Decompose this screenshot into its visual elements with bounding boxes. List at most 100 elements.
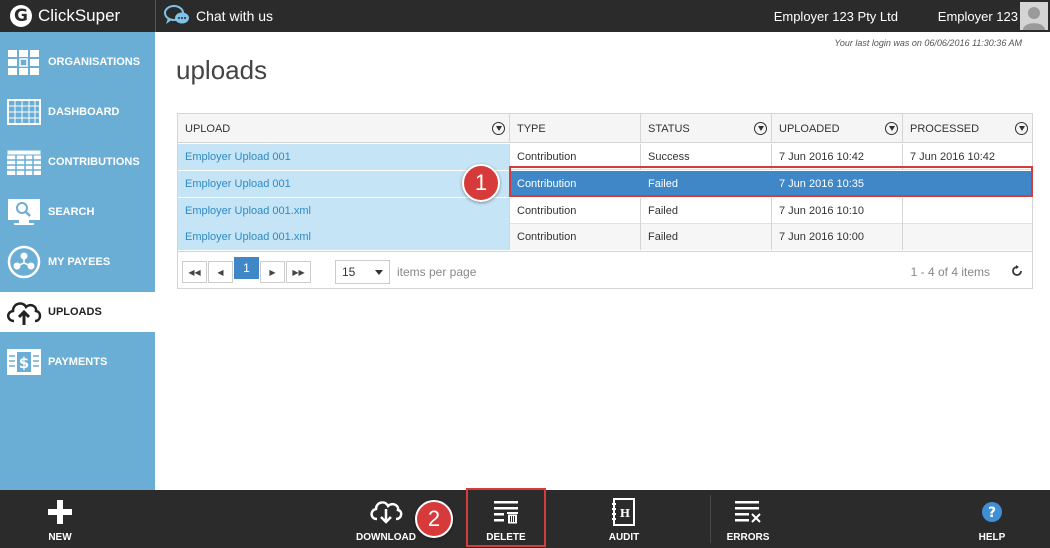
filter-icon[interactable]: [1015, 122, 1028, 135]
filter-icon[interactable]: [754, 122, 767, 135]
uploaded-cell: 7 Jun 2016 10:10: [772, 198, 903, 224]
sidebar-item-label: MY PAYEES: [48, 256, 111, 268]
top-divider: [155, 0, 156, 32]
top-bar: G ClickSuper Chat with us Employer 123 P…: [0, 0, 1050, 32]
download-button[interactable]: DOWNLOAD: [350, 490, 422, 548]
sidebar-item-contributions[interactable]: CONTRIBUTIONS: [0, 142, 155, 182]
errors-button[interactable]: ERRORS: [712, 490, 784, 548]
app-logo[interactable]: G ClickSuper: [10, 5, 120, 27]
column-header-processed[interactable]: PROCESSED: [903, 114, 1032, 143]
column-label: UPLOADED: [779, 123, 840, 135]
user-name[interactable]: Employer 123: [938, 9, 1018, 24]
cloud-download-icon: [369, 498, 403, 526]
search-monitor-icon: [5, 196, 43, 228]
sidebar-item-label: PAYMENTS: [48, 356, 108, 368]
organisations-icon: [5, 46, 43, 78]
employer-name[interactable]: Employer 123 Pty Ltd: [774, 9, 898, 24]
sidebar: ORGANISATIONS DASHBOARD CONTRIBUTIONS SE…: [0, 32, 155, 490]
sidebar-item-payments[interactable]: $ PAYMENTS: [0, 342, 155, 382]
sidebar-item-organisations[interactable]: ORGANISATIONS: [0, 42, 155, 82]
audit-button[interactable]: H AUDIT: [588, 490, 660, 548]
chat-with-us-button[interactable]: Chat with us: [164, 4, 273, 28]
column-header-type[interactable]: TYPE: [510, 114, 641, 143]
sidebar-item-my-payees[interactable]: MY PAYEES: [0, 242, 155, 282]
prev-page-button[interactable]: ◀: [208, 261, 233, 283]
user-silhouette-icon: [1020, 2, 1048, 30]
payments-icon: $: [5, 346, 43, 378]
items-per-page-label: items per page: [397, 265, 477, 279]
callout-badge-2: 2: [415, 500, 453, 538]
sidebar-item-dashboard[interactable]: DASHBOARD: [0, 92, 155, 132]
type-cell: Contribution: [510, 224, 641, 250]
contributions-icon: [5, 146, 43, 178]
upload-link[interactable]: Employer Upload 001: [178, 171, 510, 197]
svg-text:?: ?: [988, 505, 996, 521]
sidebar-item-label: SEARCH: [48, 206, 95, 218]
item-count: 1 - 4 of 4 items: [910, 265, 990, 279]
upload-link[interactable]: Employer Upload 001: [178, 144, 510, 170]
callout-badge-1: 1: [462, 164, 500, 202]
download-label: DOWNLOAD: [356, 532, 416, 543]
current-page-button[interactable]: 1: [234, 257, 259, 279]
plus-icon: [47, 498, 73, 526]
last-login-text: Your last login was on 06/06/2016 11:30:…: [834, 38, 1022, 48]
help-label: HELP: [978, 532, 1006, 543]
sidebar-item-label: CONTRIBUTIONS: [48, 156, 140, 168]
table-row[interactable]: Employer Upload 001.xml Contribution Fai…: [178, 224, 1032, 250]
column-header-uploaded[interactable]: UPLOADED: [772, 114, 903, 143]
column-label: TYPE: [517, 123, 546, 135]
audit-label: AUDIT: [608, 532, 640, 543]
page-title: uploads: [176, 55, 268, 85]
uploaded-cell: 7 Jun 2016 10:00: [772, 224, 903, 250]
svg-text:H: H: [620, 507, 630, 520]
errors-list-icon: [733, 498, 763, 526]
app-name: ClickSuper: [38, 6, 121, 25]
svg-text:$: $: [19, 354, 29, 372]
column-header-status[interactable]: STATUS: [641, 114, 772, 143]
uploads-table: UPLOAD TYPE STATUS UPLOADED PROCESSED Em…: [177, 113, 1033, 289]
processed-cell: [903, 224, 1032, 250]
help-button[interactable]: ? HELP: [962, 490, 1022, 548]
new-label: NEW: [48, 532, 72, 543]
avatar[interactable]: [1020, 2, 1048, 30]
sidebar-item-label: UPLOADS: [48, 306, 102, 318]
refresh-icon[interactable]: [1011, 265, 1023, 277]
last-page-button[interactable]: ▶▶: [286, 261, 311, 283]
toolbar-divider: [710, 495, 711, 543]
table-header: UPLOAD TYPE STATUS UPLOADED PROCESSED: [178, 114, 1032, 143]
help-icon: ?: [981, 498, 1003, 526]
audit-book-icon: H: [611, 498, 637, 526]
sidebar-item-uploads[interactable]: UPLOADS: [0, 292, 155, 332]
column-label: PROCESSED: [910, 123, 980, 135]
column-label: UPLOAD: [185, 123, 231, 135]
upload-link[interactable]: Employer Upload 001.xml: [178, 224, 510, 250]
new-button[interactable]: NEW: [32, 490, 88, 548]
pager: ◀◀ ◀ 1 ▶ ▶▶ 15 items per page 1 - 4 of 4…: [178, 251, 1032, 288]
chevron-down-icon: [375, 270, 383, 275]
column-label: STATUS: [648, 123, 690, 135]
chat-bubble-icon: [164, 5, 189, 24]
table-row[interactable]: Employer Upload 001.xml Contribution Fai…: [178, 198, 1032, 224]
page-size-select[interactable]: 15: [335, 260, 390, 284]
first-page-button[interactable]: ◀◀: [182, 261, 207, 283]
column-header-upload[interactable]: UPLOAD: [178, 114, 510, 143]
next-page-button[interactable]: ▶: [260, 261, 285, 283]
filter-icon[interactable]: [885, 122, 898, 135]
status-cell: Failed: [641, 224, 772, 250]
errors-label: ERRORS: [726, 532, 770, 543]
page-size-value: 15: [342, 265, 356, 279]
chat-label: Chat with us: [196, 8, 274, 24]
type-cell: Contribution: [510, 198, 641, 224]
sidebar-item-search[interactable]: SEARCH: [0, 192, 155, 232]
dashboard-icon: [5, 96, 43, 128]
delete-button-highlight: [466, 488, 546, 547]
logo-mark-icon: G: [10, 5, 32, 27]
cloud-upload-icon: [5, 296, 43, 328]
processed-cell: [903, 198, 1032, 224]
upload-link[interactable]: Employer Upload 001.xml: [178, 198, 510, 224]
filter-icon[interactable]: [492, 122, 505, 135]
status-cell: Failed: [641, 198, 772, 224]
sidebar-item-label: ORGANISATIONS: [48, 56, 141, 68]
selected-row-highlight: [509, 166, 1033, 197]
sidebar-item-label: DASHBOARD: [48, 106, 120, 118]
